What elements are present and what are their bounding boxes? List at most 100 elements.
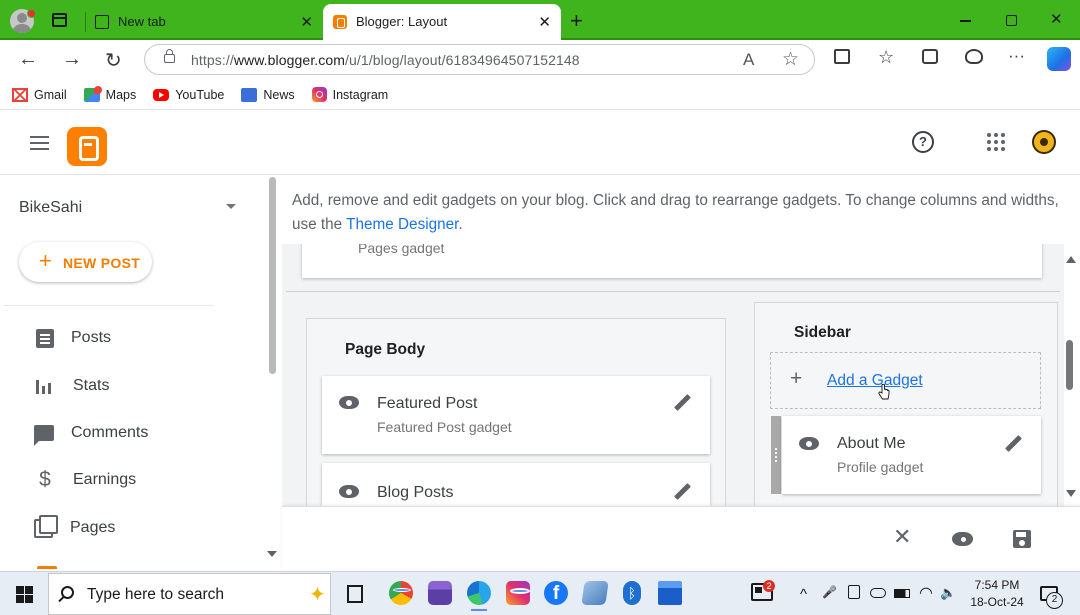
battery-icon[interactable]: [894, 589, 910, 598]
microphone-icon[interactable]: 🎤: [822, 585, 837, 599]
favorites-icon[interactable]: ☆: [878, 47, 894, 68]
address-bar[interactable]: https://www.blogger.com/u/1/blog/layout/…: [144, 44, 815, 75]
visibility-eye-icon[interactable]: [339, 396, 361, 410]
preview-eye-icon[interactable]: [952, 532, 974, 546]
browser-essentials-icon[interactable]: [965, 49, 983, 64]
favorite-star-icon[interactable]: ☆: [782, 48, 799, 71]
sidebar-item-pages[interactable]: Pages: [34, 513, 115, 543]
visibility-eye-icon[interactable]: [799, 437, 821, 451]
about-me-gadget[interactable]: About Me Profile gadget: [782, 416, 1041, 494]
volume-icon[interactable]: 🔈: [940, 585, 956, 601]
gmail-icon: [12, 87, 28, 102]
blogger-logo-icon[interactable]: [67, 127, 107, 166]
section-title: Sidebar: [794, 324, 851, 341]
taskbar-clock[interactable]: 7:54 PM 18-Oct-24: [968, 577, 1026, 611]
layout-instructions: Add, remove and edit gadgets on your blo…: [282, 176, 1080, 244]
reload-icon[interactable]: ↻: [105, 48, 122, 73]
clock-date: 18-Oct-24: [970, 595, 1024, 609]
more-options-icon[interactable]: ···: [1008, 46, 1025, 66]
menu-icon[interactable]: [30, 136, 49, 150]
visibility-eye-icon[interactable]: [339, 485, 361, 499]
bookmarks-bar: Gmail Maps YouTube News Instagram: [0, 80, 1080, 110]
blog-posts-gadget[interactable]: Blog Posts: [322, 463, 710, 506]
pages-icon: [34, 514, 58, 538]
discard-close-icon[interactable]: ✕: [893, 524, 911, 550]
tab-actions-icon[interactable]: [52, 13, 67, 27]
chrome-app-icon[interactable]: [389, 581, 413, 605]
add-gadget-link[interactable]: Add a Gadget: [827, 372, 923, 390]
split-screen-icon[interactable]: [834, 49, 850, 64]
add-gadget-button[interactable]: + Add a Gadget: [770, 352, 1041, 409]
window-close-icon[interactable]: ✕: [1050, 10, 1063, 28]
bluetooth-app-icon[interactable]: ᛒ: [623, 581, 641, 605]
tray-overflow-chevron-icon[interactable]: ^: [800, 586, 807, 603]
tab-close-icon[interactable]: ✕: [300, 13, 313, 31]
edit-pencil-icon[interactable]: [1004, 435, 1022, 453]
window-app-icon[interactable]: [658, 581, 682, 605]
help-icon[interactable]: ?: [912, 131, 934, 153]
new-tab-button[interactable]: +: [570, 8, 583, 34]
edit-pencil-icon[interactable]: [673, 483, 691, 501]
blog-name[interactable]: BikeSahi: [19, 199, 82, 217]
bookmark-instagram[interactable]: Instagram: [311, 87, 388, 102]
back-arrow-icon[interactable]: ←: [18, 48, 38, 71]
new-tab-favicon-icon: [95, 15, 109, 29]
layout-scroll-up-icon[interactable]: [1066, 256, 1076, 263]
edit-pencil-icon[interactable]: [673, 394, 691, 412]
pages-gadget[interactable]: Pages gadget: [302, 244, 1042, 278]
url-text[interactable]: https://www.blogger.com/u/1/blog/layout/…: [191, 52, 580, 68]
window-minimize-icon[interactable]: [960, 20, 971, 22]
file-app-icon[interactable]: [581, 581, 609, 605]
instagram-app-icon[interactable]: [506, 581, 530, 605]
browser-tab-strip: New tab ✕ Blogger: Layout ✕ + ✕: [0, 0, 1080, 40]
taskbar-search-box[interactable]: Type here to search ✦: [48, 573, 331, 615]
youtube-icon: [153, 88, 170, 101]
bookmark-news[interactable]: News: [241, 87, 295, 102]
tab-close-icon[interactable]: ✕: [538, 13, 551, 31]
collections-icon[interactable]: [922, 49, 938, 64]
tab-new-tab[interactable]: New tab ✕: [85, 4, 323, 40]
bookmark-gmail[interactable]: Gmail: [12, 87, 67, 102]
wifi-icon[interactable]: ◠: [919, 583, 933, 603]
blog-selector-caret-icon[interactable]: [226, 204, 236, 209]
clipchamp-app-icon[interactable]: [428, 581, 452, 605]
bookmark-youtube[interactable]: YouTube: [153, 88, 224, 102]
sidebar-item-comments[interactable]: Comments: [34, 418, 148, 448]
meet-now-icon[interactable]: [848, 585, 860, 599]
gadget-title: About Me: [837, 435, 906, 452]
sidebar-item-earnings[interactable]: $ Earnings: [34, 465, 136, 495]
drag-handle[interactable]: [771, 416, 781, 494]
new-post-button[interactable]: + NEW POST: [19, 242, 152, 282]
clock-time: 7:54 PM: [974, 578, 1020, 592]
featured-post-gadget[interactable]: Featured Post Featured Post gadget: [322, 376, 710, 454]
search-highlight-sparkle-icon[interactable]: ✦: [309, 582, 326, 607]
read-aloud-icon[interactable]: A: [743, 50, 754, 70]
sidebar-item-posts[interactable]: Posts: [34, 323, 111, 353]
window-maximize-icon[interactable]: [1006, 15, 1017, 26]
google-apps-icon[interactable]: [987, 133, 1005, 151]
sidebar-item-stats[interactable]: Stats: [34, 371, 109, 401]
windows-start-icon[interactable]: [16, 586, 33, 603]
lock-icon[interactable]: [164, 49, 175, 63]
new-post-label: NEW POST: [63, 255, 141, 271]
section-title: Page Body: [345, 341, 426, 358]
theme-designer-link[interactable]: Theme Designer: [346, 216, 458, 233]
copilot-icon[interactable]: [1047, 47, 1071, 71]
account-avatar[interactable]: [1032, 130, 1056, 154]
blogger-sidebar-nav: BikeSahi + NEW POST Posts Stats Comments…: [4, 176, 280, 569]
sidebar-scroll-down-icon[interactable]: [267, 551, 277, 557]
save-icon[interactable]: [1013, 530, 1031, 548]
bookmark-maps[interactable]: Maps: [83, 85, 136, 102]
nav-divider: [4, 305, 214, 306]
layout-action-bar: ✕: [282, 506, 1080, 569]
profile-status-badge: [27, 9, 36, 18]
layout-scrollbar-thumb[interactable]: [1066, 340, 1073, 390]
onedrive-cloud-icon[interactable]: [870, 588, 886, 598]
facebook-app-icon[interactable]: f: [544, 581, 568, 605]
edge-app-icon[interactable]: [467, 581, 491, 611]
sidebar-scrollbar-thumb[interactable]: [269, 177, 276, 374]
task-view-icon[interactable]: [344, 581, 368, 605]
layout-scroll-down-icon[interactable]: [1066, 490, 1076, 497]
forward-arrow-icon[interactable]: →: [62, 48, 82, 71]
tab-blogger-layout[interactable]: Blogger: Layout ✕: [323, 4, 561, 40]
